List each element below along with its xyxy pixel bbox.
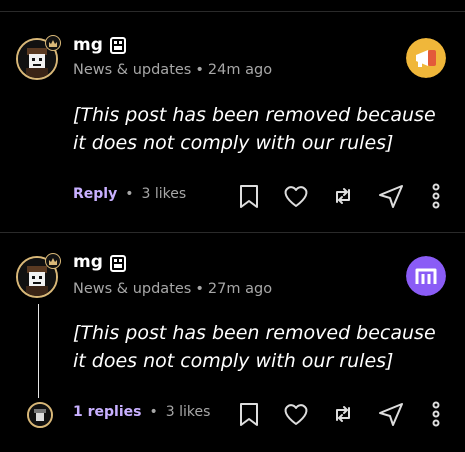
post-actions: 1 replies • 3 likes xyxy=(0,399,465,429)
crown-icon xyxy=(45,35,61,51)
user-avatar[interactable] xyxy=(16,35,61,80)
post-actions: Reply • 3 likes xyxy=(0,181,465,211)
heart-icon[interactable] xyxy=(281,181,311,211)
category-link[interactable]: News & updates xyxy=(73,62,191,78)
m-logo-icon[interactable] xyxy=(406,256,446,296)
likes-count[interactable]: 3 likes xyxy=(166,404,211,420)
post-time: 24m ago xyxy=(207,62,273,78)
meta-separator: • xyxy=(195,62,204,78)
more-icon[interactable] xyxy=(424,181,454,211)
post-card-1[interactable]: mg News & updates • 24m ago [This post has… xyxy=(0,0,465,232)
post-body: [This post has been removed because it d… xyxy=(73,104,436,154)
bookmark-icon[interactable] xyxy=(234,181,264,211)
post-meta: News & updates • 24m ago xyxy=(73,62,272,78)
more-icon[interactable] xyxy=(424,399,454,429)
likes-count[interactable]: 3 likes xyxy=(142,186,187,202)
user-avatar[interactable] xyxy=(16,253,61,298)
repost-icon[interactable] xyxy=(328,399,358,429)
share-icon[interactable] xyxy=(376,181,406,211)
megaphone-icon[interactable] xyxy=(406,38,446,78)
repost-icon[interactable] xyxy=(328,181,358,211)
bookmark-icon[interactable] xyxy=(234,399,264,429)
dot-separator: • xyxy=(149,404,158,420)
dot-separator: • xyxy=(125,186,134,202)
username[interactable]: mg xyxy=(73,252,103,272)
thread-line xyxy=(38,304,39,398)
crown-icon xyxy=(45,253,61,269)
post-body: [This post has been removed because it d… xyxy=(73,322,436,372)
share-icon[interactable] xyxy=(376,399,406,429)
post-meta: News & updates • 27m ago xyxy=(73,281,272,297)
username[interactable]: mg xyxy=(73,35,103,55)
verified-badge-icon xyxy=(110,37,126,54)
category-link[interactable]: News & updates xyxy=(73,281,191,297)
heart-icon[interactable] xyxy=(281,399,311,429)
meta-separator: • xyxy=(195,281,204,297)
replies-link[interactable]: 1 replies xyxy=(73,404,141,420)
reply-button[interactable]: Reply xyxy=(73,186,117,202)
post-time: 27m ago xyxy=(207,281,273,297)
post-card-2[interactable]: mg News & updates • 27m ago [This post has… xyxy=(0,232,465,452)
verified-badge-icon xyxy=(110,255,126,272)
